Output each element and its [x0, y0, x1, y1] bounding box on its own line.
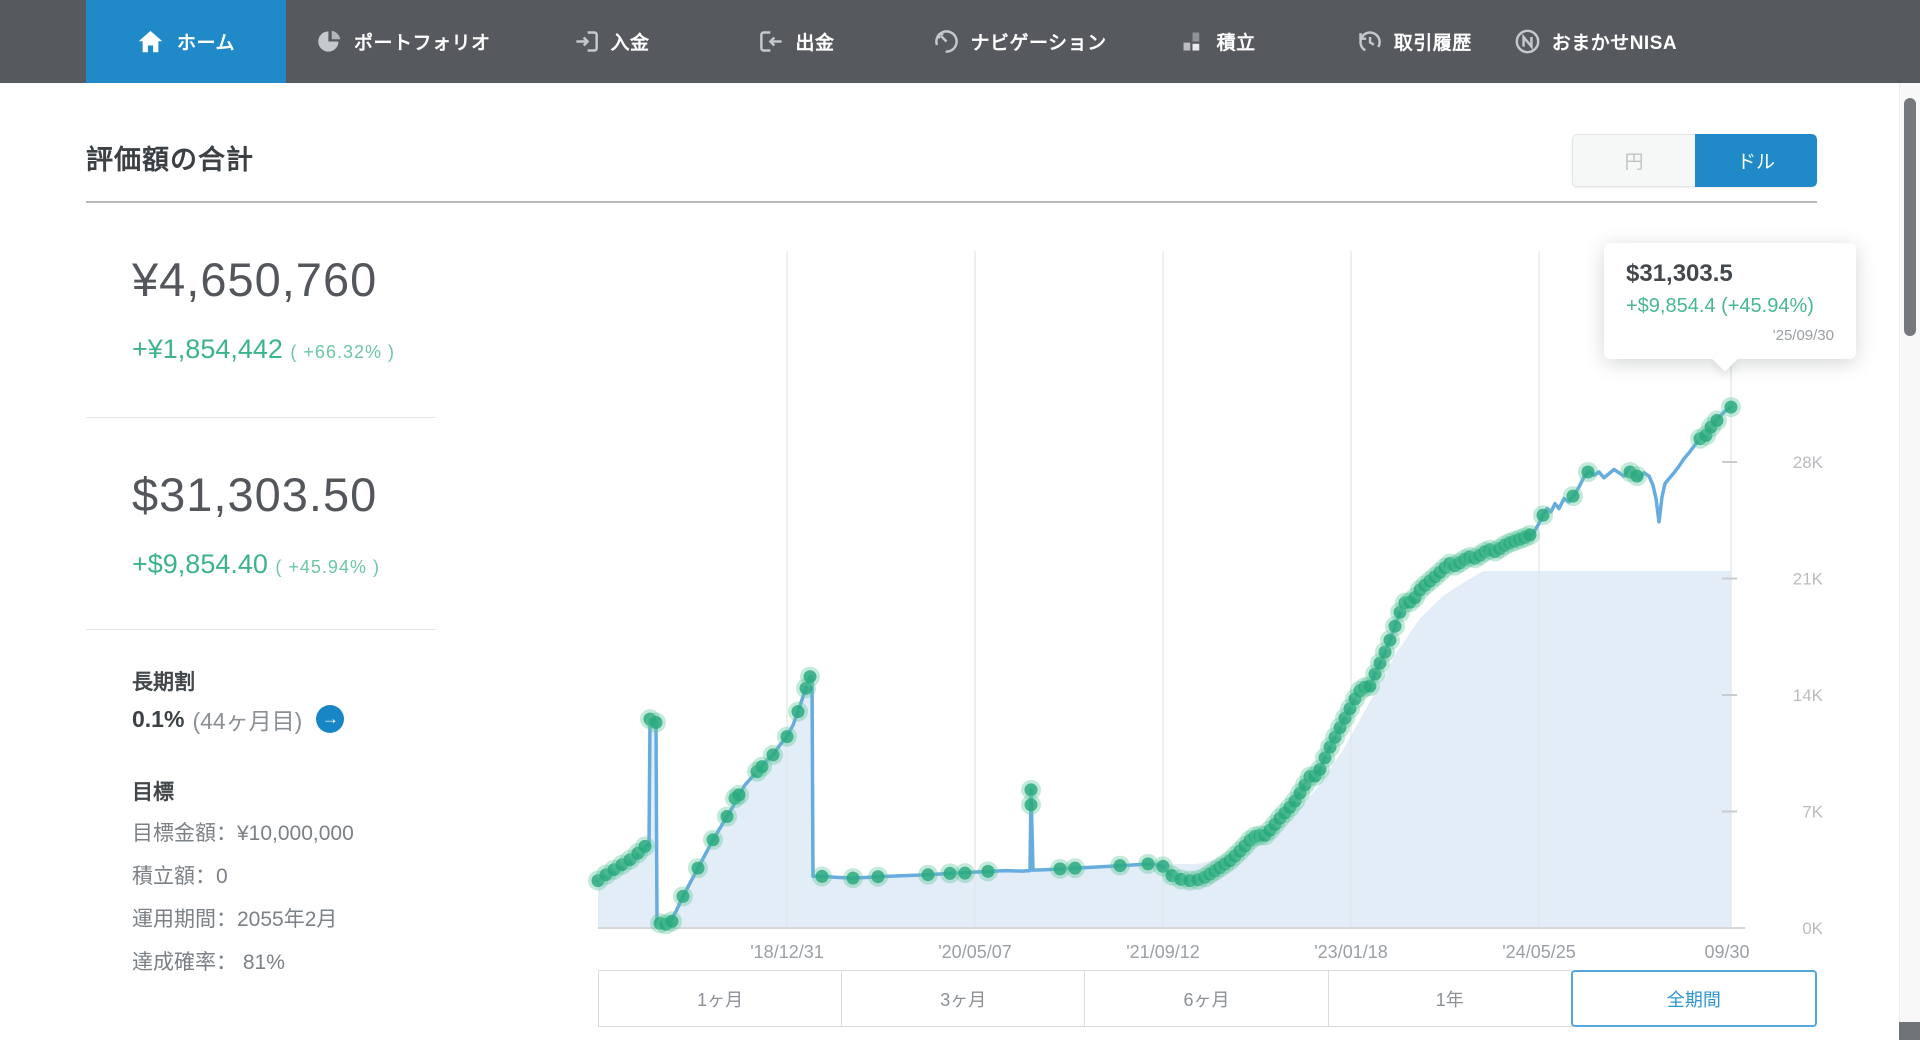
- chart-ylabel: 7K: [1802, 802, 1823, 821]
- deposit-dot: [1581, 465, 1595, 479]
- deposit-dot: [665, 914, 679, 928]
- deposit-dot: [780, 730, 794, 744]
- chart-svg[interactable]: 28K 21K 14K 7K 0K '18/12/31 '20/05/07 '21/09/12…: [0, 0, 1920, 1040]
- scrollbar-down-button[interactable]: [1899, 1022, 1920, 1040]
- deposit-dot: [706, 833, 720, 847]
- chart-tooltip: $31,303.5 +$9,854.4 (+45.94%) '25/09/30: [1604, 243, 1856, 359]
- deposit-dot: [943, 866, 957, 880]
- deposit-dot: [1566, 489, 1580, 503]
- tooltip-change: +$9,854.4 (+45.94%): [1626, 295, 1814, 317]
- chart-ylabel: 21K: [1793, 569, 1824, 588]
- chart-ylabel: 28K: [1793, 453, 1824, 472]
- chart-ylabel: 14K: [1793, 686, 1824, 705]
- deposit-dot: [649, 716, 663, 729]
- deposit-dot: [1523, 528, 1537, 542]
- deposit-dot: [871, 870, 885, 884]
- chart-xlabel: '18/12/31: [750, 942, 824, 962]
- deposit-dot: [1024, 783, 1038, 797]
- deposit-dot: [1536, 508, 1550, 522]
- deposit-dot: [791, 705, 805, 719]
- deposit-dot: [921, 868, 935, 882]
- deposit-dot: [1141, 857, 1155, 871]
- chart-xlabel: '24/05/25: [1502, 942, 1576, 962]
- deposit-dot: [691, 861, 705, 875]
- chart-xlabel: '20/05/07: [938, 942, 1012, 962]
- deposit-dot: [1710, 413, 1724, 427]
- range-6month-button[interactable]: 6ヶ月: [1084, 970, 1329, 1027]
- deposit-dot: [1724, 400, 1738, 414]
- range-1month-button[interactable]: 1ヶ月: [598, 970, 843, 1027]
- deposit-dot: [1068, 861, 1082, 875]
- deposit-dot: [803, 670, 817, 684]
- deposit-dot: [720, 810, 734, 823]
- range-all-button[interactable]: 全期間: [1570, 970, 1818, 1027]
- tooltip-value: $31,303.5: [1626, 260, 1733, 287]
- scrollbar-thumb[interactable]: [1904, 98, 1916, 336]
- deposit-dot: [958, 866, 972, 880]
- deposit-dot: [676, 889, 690, 903]
- deposit-dot: [1113, 859, 1127, 873]
- deposit-dot: [846, 871, 860, 885]
- deposit-dot: [815, 869, 829, 883]
- tooltip-date: '25/09/30: [1772, 327, 1834, 344]
- deposit-dot: [1630, 469, 1644, 483]
- deposit-dot: [1024, 798, 1038, 812]
- chart-xlabel: 09/30: [1704, 942, 1749, 962]
- deposit-dot: [981, 864, 995, 878]
- deposit-dot: [766, 748, 780, 762]
- deposit-dot: [732, 788, 746, 802]
- chart-ylabel: 0K: [1802, 919, 1823, 938]
- range-selector: 1ヶ月 3ヶ月 6ヶ月 1年 全期間: [598, 970, 1818, 1027]
- deposit-dot: [638, 839, 652, 853]
- deposit-dot: [1053, 862, 1067, 876]
- range-3month-button[interactable]: 3ヶ月: [841, 970, 1086, 1027]
- chart-xlabel: '23/01/18: [1314, 942, 1388, 962]
- range-1year-button[interactable]: 1年: [1327, 970, 1572, 1027]
- chart-xlabel: '21/09/12: [1126, 942, 1200, 962]
